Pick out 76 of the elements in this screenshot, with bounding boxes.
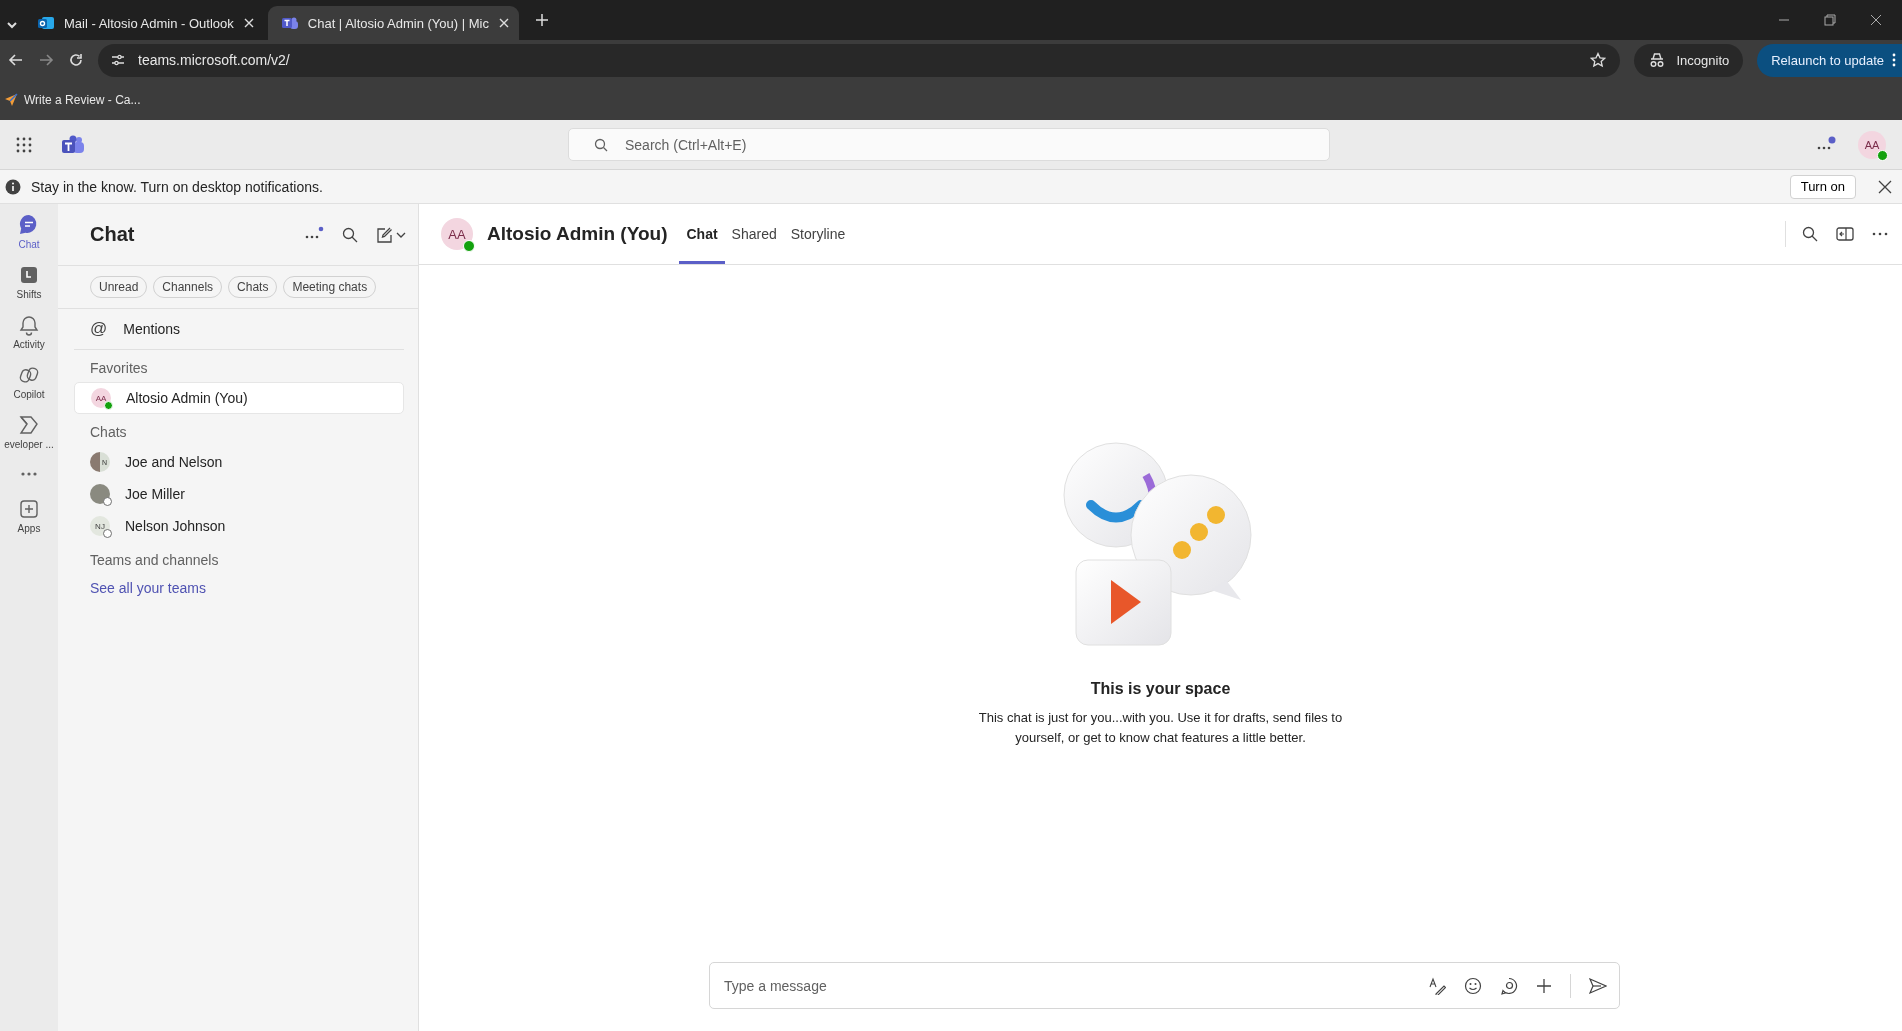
chat-item[interactable]: Joe Miller bbox=[74, 478, 404, 510]
sticker-icon[interactable] bbox=[1500, 976, 1518, 995]
rail-item[interactable]: Shifts bbox=[0, 264, 58, 300]
tab[interactable]: Storyline bbox=[783, 207, 853, 264]
restore-icon[interactable] bbox=[1824, 14, 1836, 26]
message-field[interactable]: Type a message bbox=[709, 962, 1620, 1009]
tab[interactable]: Shared bbox=[724, 207, 784, 264]
rail-item[interactable]: Copilot bbox=[0, 364, 58, 400]
avatar: NJ bbox=[90, 516, 110, 536]
empty-state-text: This chat is just for you...with you. Use it for drafts, send files to yourself, or get to know chat features a little better. bbox=[977, 709, 1344, 747]
notification-text: Stay in the know. Turn on desktop notifications. bbox=[31, 178, 324, 195]
avatar: AA bbox=[91, 388, 111, 408]
search-icon[interactable] bbox=[342, 226, 358, 243]
filter-chip[interactable]: Chats bbox=[228, 276, 278, 298]
filter-chip[interactable]: Meeting chats bbox=[283, 276, 377, 298]
bookmark-item[interactable]: Write a Review - Ca... bbox=[4, 93, 141, 107]
rail-item[interactable]: Activity bbox=[0, 314, 58, 350]
rail-item[interactable]: eveloper ... bbox=[0, 414, 58, 450]
chat-item[interactable]: NJ Nelson Johnson bbox=[74, 510, 404, 542]
filter-chip[interactable]: Unread bbox=[90, 276, 148, 298]
add-icon[interactable] bbox=[1536, 977, 1552, 994]
new-tab-icon[interactable] bbox=[534, 13, 549, 27]
browser-tab[interactable]: Chat | Altosio Admin (You) | Mic bbox=[267, 6, 519, 40]
rail-item[interactable]: Chat bbox=[0, 214, 58, 250]
section-heading: Chats bbox=[89, 423, 128, 442]
url-text: teams.microsoft.com/v2/ bbox=[138, 52, 291, 68]
chat-title: Altosio Admin (You) bbox=[487, 223, 668, 245]
forward-icon[interactable] bbox=[38, 52, 54, 68]
tab[interactable]: Chat bbox=[679, 207, 725, 264]
back-icon[interactable] bbox=[8, 52, 24, 68]
send-icon[interactable] bbox=[1589, 976, 1607, 995]
search-icon bbox=[594, 138, 608, 152]
relaunch-button[interactable]: Relaunch to update bbox=[1757, 43, 1902, 77]
address-bar[interactable]: teams.microsoft.com/v2/ bbox=[98, 43, 1621, 77]
mail-app-icon bbox=[38, 15, 54, 31]
avatar: AA bbox=[441, 218, 473, 250]
site-settings-icon[interactable] bbox=[110, 52, 126, 68]
section-heading: Teams and channels bbox=[89, 551, 220, 570]
developer-portal-icon bbox=[18, 414, 40, 436]
search-icon[interactable] bbox=[1802, 226, 1818, 242]
app-launcher-icon[interactable] bbox=[16, 136, 32, 153]
star-icon[interactable] bbox=[1590, 52, 1607, 68]
more-icon[interactable] bbox=[1872, 232, 1888, 236]
new-chat-icon[interactable] bbox=[376, 226, 406, 243]
mentions-item[interactable]: @ Mentions bbox=[74, 309, 404, 350]
see-all-teams-link[interactable]: See all your teams bbox=[58, 574, 418, 596]
clock-icon bbox=[18, 264, 40, 286]
add-apps-icon bbox=[18, 498, 40, 520]
search-field[interactable]: Search (Ctrl+Alt+E) bbox=[568, 128, 1330, 161]
filter-chip[interactable]: Channels bbox=[153, 276, 223, 298]
bell-icon bbox=[18, 314, 40, 336]
profile-avatar[interactable]: AA bbox=[1858, 130, 1886, 159]
info-icon bbox=[5, 178, 21, 195]
incognito-indicator[interactable]: Incognito bbox=[1634, 43, 1744, 77]
emoji-icon[interactable] bbox=[1464, 976, 1482, 995]
reload-icon[interactable] bbox=[68, 52, 84, 68]
tab-title: Mail - Altosio Admin - Outlook bbox=[64, 15, 234, 31]
more-icon bbox=[21, 472, 37, 476]
empty-state-title: This is your space bbox=[1090, 680, 1231, 698]
side-panel-icon[interactable] bbox=[1836, 226, 1854, 242]
chat-item[interactable]: AA Altosio Admin (You) bbox=[74, 382, 404, 414]
tab-title: Chat | Altosio Admin (You) | Mic bbox=[307, 15, 489, 31]
teams-logo-icon[interactable] bbox=[62, 134, 84, 155]
paper-plane-icon bbox=[4, 93, 18, 107]
browser-tab[interactable]: Mail - Altosio Admin - Outlook bbox=[24, 6, 264, 40]
teams-app-icon bbox=[281, 15, 298, 31]
at-icon: @ bbox=[90, 319, 108, 339]
rail-item[interactable]: Apps bbox=[0, 498, 58, 534]
close-icon[interactable] bbox=[1878, 179, 1892, 194]
format-icon[interactable] bbox=[1428, 976, 1446, 995]
more-icon[interactable] bbox=[1892, 53, 1896, 67]
turn-on-button[interactable]: Turn on bbox=[1789, 174, 1856, 199]
close-icon[interactable] bbox=[1870, 14, 1882, 26]
section-heading: Favorites bbox=[89, 359, 149, 378]
copilot-icon bbox=[18, 364, 40, 386]
chat-list-title: Chat bbox=[90, 223, 136, 246]
